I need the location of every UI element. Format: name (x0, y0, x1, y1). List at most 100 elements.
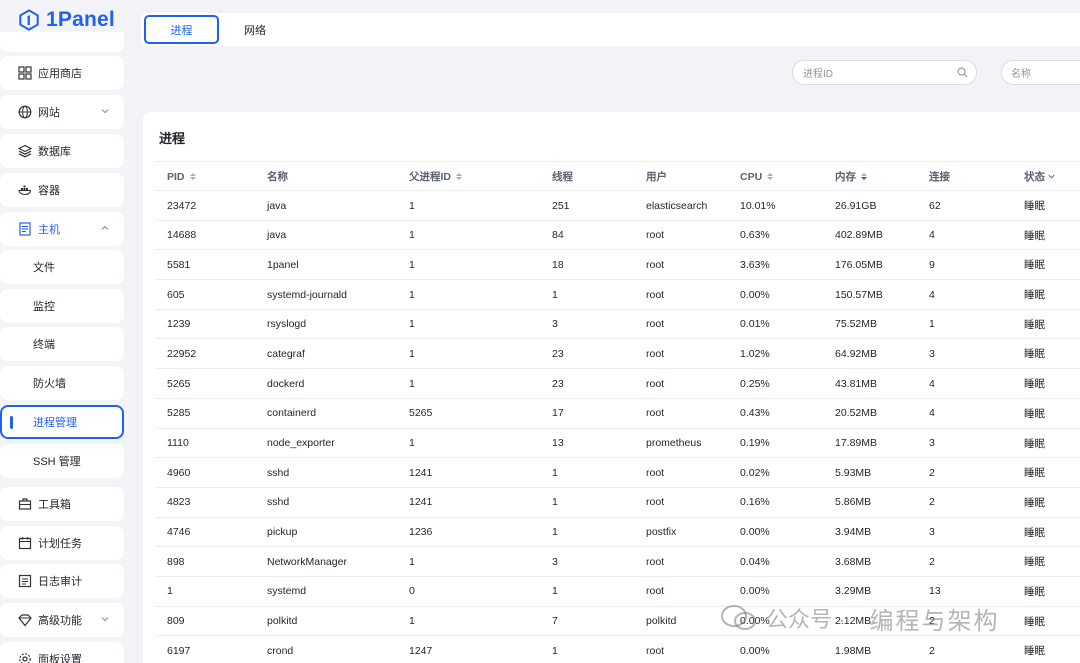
table-row[interactable]: 605 systemd-journald 1 1 root 0.00% 150.57MB 4 睡… (156, 280, 1080, 310)
column-header-status[interactable]: 状态 (1024, 162, 1056, 191)
sidebar: 1Panel 应用商店 网站 数据库 容器 主机 文件 监控 终端 防火墙 进程… (0, 0, 128, 663)
filter-chevron-icon[interactable] (1047, 172, 1056, 181)
pid-search-input[interactable]: 进程ID (792, 60, 977, 85)
sidebar-item-firewall[interactable]: 防火墙 (0, 366, 124, 400)
cell-pid: 809 (167, 615, 185, 628)
cell-memory: 20.52MB (835, 407, 878, 420)
table-row[interactable]: 14688 java 1 84 root 0.63% 402.89MB 4 睡眠 (156, 221, 1080, 251)
cell-ppid: 1 (409, 318, 415, 331)
sidebar-item-partial[interactable] (0, 32, 124, 52)
table-header: PID 名称 父进程ID 线程 用户 CPU 内存 连接 状态 (156, 161, 1080, 191)
tab-process[interactable]: 进程 (144, 15, 219, 44)
table-row[interactable]: 4746 pickup 1236 1 postfix 0.00% 3.94MB 3 睡眠 (156, 518, 1080, 548)
sidebar-item-container[interactable]: 容器 (0, 173, 124, 207)
cell-user: root (646, 347, 665, 360)
sidebar-item-label: 计划任务 (38, 538, 82, 550)
sidebar-item-advanced[interactable]: 高级功能 (0, 603, 124, 637)
table-row[interactable]: 23472 java 1 251 elasticsearch 10.01% 26.91GB 6… (156, 191, 1080, 221)
cell-connections: 13 (929, 585, 941, 598)
table-row[interactable]: 809 polkitd 1 7 polkitd 0.00% 2.12MB 2 睡眠 (156, 607, 1080, 637)
table-body: 23472 java 1 251 elasticsearch 10.01% 26.91GB 6… (156, 191, 1080, 663)
table-row[interactable]: 1239 rsyslogd 1 3 root 0.01% 75.52MB 1 睡眠 (156, 310, 1080, 340)
cell-name: dockerd (267, 377, 305, 390)
cell-status: 睡眠 (1024, 259, 1045, 272)
cell-memory: 3.94MB (835, 526, 872, 539)
cell-pid: 4823 (167, 496, 191, 509)
table-row[interactable]: 6197 crond 1247 1 root 0.00% 1.98MB 2 睡眠 (156, 636, 1080, 663)
name-search-placeholder: 名称 (1011, 69, 1031, 80)
cell-pid: 898 (167, 555, 185, 568)
sidebar-item-host[interactable]: 主机 (0, 212, 124, 246)
sidebar-item-cron[interactable]: 计划任务 (0, 526, 124, 560)
table-row[interactable]: 4823 sshd 1241 1 root 0.16% 5.86MB 2 睡眠 (156, 488, 1080, 518)
sidebar-item-database[interactable]: 数据库 (0, 134, 124, 168)
host-icon (19, 222, 31, 236)
cell-status: 睡眠 (1024, 289, 1045, 302)
table-row[interactable]: 5265 dockerd 1 23 root 0.25% 43.81MB 4 睡眠 (156, 369, 1080, 399)
column-header-memory[interactable]: 内存 (835, 162, 867, 191)
card-title: 进程 (159, 131, 186, 146)
cell-threads: 84 (552, 229, 564, 242)
column-header-cpu[interactable]: CPU (740, 162, 774, 191)
cell-user: root (646, 644, 665, 657)
cell-threads: 23 (552, 377, 564, 390)
cell-status: 睡眠 (1024, 615, 1045, 628)
table-row[interactable]: 1 systemd 0 1 root 0.00% 3.29MB 13 睡眠 (156, 577, 1080, 607)
cell-memory: 3.29MB (835, 585, 872, 598)
cell-pid: 605 (167, 288, 185, 301)
table-row[interactable]: 22952 categraf 1 23 root 1.02% 64.92MB 3 睡眠 (156, 339, 1080, 370)
cell-name: sshd (267, 496, 290, 509)
sort-icon[interactable] (767, 173, 774, 180)
cell-user: polkitd (646, 615, 677, 628)
cell-ppid: 1 (409, 377, 415, 390)
cell-connections: 3 (929, 437, 935, 449)
cell-memory: 17.89MB (835, 437, 878, 449)
search-icon[interactable] (957, 67, 968, 78)
sidebar-item-settings[interactable]: 面板设置 (0, 642, 124, 663)
cell-pid: 5285 (167, 407, 191, 420)
sidebar-item-label: 容器 (38, 185, 60, 197)
sidebar-item-files[interactable]: 文件 (0, 250, 124, 284)
cell-name: sshd (267, 466, 290, 479)
table-row[interactable]: 5581 1panel 1 18 root 3.63% 176.05MB 9 睡眠 (156, 250, 1080, 281)
sort-icon[interactable] (456, 173, 462, 180)
cell-ppid: 1 (409, 258, 415, 271)
sidebar-item-ssh[interactable]: SSH 管理 (0, 444, 124, 478)
column-header-pid[interactable]: PID (167, 162, 196, 191)
cell-name: 1panel (267, 258, 299, 271)
cell-connections: 4 (929, 288, 935, 301)
sort-icon[interactable] (189, 173, 196, 180)
name-search-input[interactable]: 名称 (1001, 60, 1080, 85)
cell-status: 睡眠 (1024, 437, 1045, 450)
sidebar-item-toolbox[interactable]: 工具箱 (0, 487, 124, 521)
tab-network[interactable]: 网络 (233, 15, 277, 44)
cell-threads: 1 (552, 496, 558, 509)
sidebar-item-website[interactable]: 网站 (0, 95, 124, 129)
cell-ppid: 0 (409, 585, 415, 598)
cell-name: java (267, 229, 287, 242)
sidebar-item-label: 监控 (33, 301, 55, 313)
docker-icon (18, 185, 32, 196)
cell-user: postfix (646, 526, 677, 539)
cell-cpu: 0.00% (740, 644, 770, 657)
column-header-ppid[interactable]: 父进程ID (409, 162, 462, 191)
sidebar-item-logs[interactable]: 日志审计 (0, 564, 124, 598)
cell-memory: 176.05MB (835, 258, 883, 271)
table-row[interactable]: 1110 node_exporter 1 13 prometheus 0.19% 17.89… (156, 429, 1080, 459)
sort-desc-active-icon[interactable] (861, 173, 867, 180)
sidebar-item-app-store[interactable]: 应用商店 (0, 56, 124, 90)
sidebar-item-process-management[interactable]: 进程管理 (0, 405, 124, 439)
table-row[interactable]: 4960 sshd 1241 1 root 0.02% 5.93MB 2 睡眠 (156, 458, 1080, 488)
sidebar-item-label: 工具箱 (38, 499, 71, 511)
cell-connections: 3 (929, 526, 935, 539)
cell-ppid: 1 (409, 555, 415, 568)
gear-icon (19, 653, 31, 663)
column-header-connections: 连接 (929, 171, 950, 183)
table-row[interactable]: 5285 containerd 5265 17 root 0.43% 20.52MB 4 睡眠 (156, 399, 1080, 429)
sidebar-item-terminal[interactable]: 终端 (0, 327, 124, 361)
cell-cpu: 0.00% (740, 615, 770, 628)
sidebar-item-monitor[interactable]: 监控 (0, 289, 124, 323)
logo[interactable]: 1Panel (18, 6, 115, 34)
table-row[interactable]: 898 NetworkManager 1 3 root 0.04% 3.68MB 2 睡眠 (156, 547, 1080, 577)
cell-memory: 5.86MB (835, 496, 872, 509)
